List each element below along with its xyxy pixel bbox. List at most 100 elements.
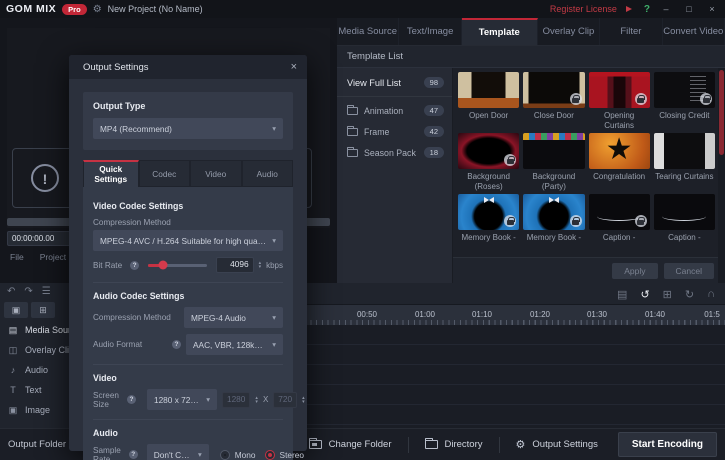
category-animation[interactable]: Animation 47 — [337, 100, 452, 121]
script-texture — [662, 212, 706, 221]
template-item[interactable]: Open Door — [458, 72, 519, 130]
undo-icon[interactable]: ↶ — [7, 286, 15, 297]
template-item[interactable]: Background (Roses) — [458, 133, 519, 191]
snap-icon[interactable]: ∩ — [707, 288, 715, 300]
template-thumbnail — [654, 133, 715, 169]
tab-filter[interactable]: Filter — [600, 18, 662, 45]
template-item[interactable]: ★ Congratulation — [589, 133, 650, 191]
mono-radio[interactable] — [220, 450, 230, 460]
add-media-button[interactable]: ▣ — [4, 302, 28, 318]
media-track-icon: ▤ — [7, 325, 19, 336]
video-compression-select[interactable]: MPEG-4 AVC / H.264 Suitable for high qua… — [93, 230, 283, 251]
directory-button[interactable]: Directory — [408, 437, 499, 453]
tab-quick-settings[interactable]: Quick Settings — [83, 160, 139, 187]
template-thumbnail — [589, 72, 650, 108]
audio-compression-select[interactable]: MPEG-4 Audio ▾ — [184, 307, 283, 328]
file-tab[interactable]: File — [10, 252, 24, 262]
add-frame-icon[interactable]: ⊞ — [663, 288, 672, 301]
tab-template[interactable]: Template — [462, 18, 538, 45]
mono-label: Mono — [235, 450, 256, 460]
template-item[interactable]: Caption - — [589, 194, 650, 252]
quick-settings-content: Video Codec Settings Compression Method … — [83, 187, 293, 460]
help-circle-icon[interactable]: ? — [127, 395, 136, 404]
dialog-close-icon[interactable]: × — [291, 61, 297, 73]
template-item[interactable]: Memory Book - — [458, 194, 519, 252]
lock-icon — [700, 93, 712, 105]
help-circle-icon[interactable]: ? — [129, 450, 138, 459]
maximize-button[interactable]: □ — [682, 4, 696, 14]
add-clip-button[interactable]: ⊞ — [31, 302, 55, 318]
help-icon[interactable]: ? — [644, 4, 650, 15]
output-type-select[interactable]: MP4 (Recommend) ▾ — [93, 118, 283, 139]
tab-media-source[interactable]: Media Source — [337, 18, 399, 45]
template-item[interactable]: Memory Book - — [523, 194, 584, 252]
add-file-icon[interactable]: ▤ — [617, 288, 627, 301]
slider-knob[interactable] — [158, 261, 167, 270]
template-thumbnail — [654, 194, 715, 230]
tab-overlay-clip[interactable]: Overlay Clip — [538, 18, 600, 45]
help-circle-icon[interactable]: ? — [172, 340, 181, 349]
height-stepper: ▴▾ — [302, 396, 305, 404]
bitrate-stepper[interactable]: ▴▾ — [259, 261, 262, 269]
template-grid: Open Door Close Door Opening Curtains Cl… — [453, 68, 725, 283]
category-view-full-list[interactable]: View Full List 98 — [337, 72, 452, 93]
template-item[interactable]: Background (Party) — [523, 133, 584, 191]
start-encoding-button[interactable]: Start Encoding — [618, 432, 717, 457]
screen-size-label: Screen Size — [93, 391, 119, 409]
change-folder-button[interactable]: Change Folder — [293, 437, 408, 453]
template-item[interactable]: Caption - — [654, 194, 715, 252]
lock-icon — [504, 154, 516, 166]
screen-size-select[interactable]: 1280 x 720 (... ▾ — [147, 389, 217, 410]
tab-video[interactable]: Video — [190, 160, 242, 187]
scrollbar-thumb[interactable] — [719, 70, 724, 155]
project-tab[interactable]: Project — [40, 252, 66, 262]
close-button[interactable]: × — [705, 4, 719, 14]
height-field: 720 — [273, 392, 297, 408]
ruler-label: 01:40 — [645, 310, 665, 319]
template-item[interactable]: Opening Curtains — [589, 72, 650, 130]
sample-rate-select[interactable]: Don't Chan... ▾ — [147, 444, 209, 460]
megaphone-icon[interactable] — [626, 6, 635, 12]
library-tabbar: Media Source Text/Image Template Overlay… — [337, 18, 725, 46]
ruler-label: 01:20 — [530, 310, 550, 319]
chevron-down-icon: ▾ — [193, 450, 202, 459]
category-frame[interactable]: Frame 42 — [337, 121, 452, 142]
category-season-pack[interactable]: Season Pack 18 — [337, 142, 452, 163]
template-item[interactable]: Closing Credit — [654, 72, 715, 130]
stereo-radio[interactable] — [265, 450, 275, 460]
folder-icon — [347, 149, 358, 157]
redo-rotate-icon[interactable]: ↻ — [685, 288, 694, 301]
audio-format-select[interactable]: AAC, VBR, 128kbps, Quality 30 ▾ — [186, 334, 283, 355]
tab-convert-video[interactable]: Convert Video — [663, 18, 725, 45]
bitrate-label: Bit Rate — [93, 261, 122, 270]
titlebar: GOM MIX Pro ⚙ New Project (No Name) Regi… — [0, 0, 725, 18]
template-scrollbar[interactable] — [718, 68, 725, 283]
lock-icon — [570, 93, 582, 105]
bitrate-slider[interactable] — [148, 264, 206, 267]
minimize-button[interactable]: – — [659, 4, 673, 14]
tab-text-image[interactable]: Text/Image — [399, 18, 461, 45]
ruler-label: 01:00 — [415, 310, 435, 319]
output-settings-icon: ⚙ — [516, 438, 526, 451]
tab-audio[interactable]: Audio — [242, 160, 294, 187]
output-settings-button[interactable]: ⚙ Output Settings — [499, 437, 614, 453]
cancel-button[interactable]: Cancel — [664, 263, 714, 279]
chevron-down-icon: ▾ — [201, 395, 210, 404]
tab-codec[interactable]: Codec — [139, 160, 191, 187]
help-circle-icon[interactable]: ? — [130, 261, 139, 270]
apply-button[interactable]: Apply — [612, 263, 657, 279]
bitrate-value[interactable]: 4096 — [216, 257, 254, 273]
template-item[interactable]: Tearing Curtains — [654, 133, 715, 191]
app-window: GOM MIX Pro ⚙ New Project (No Name) Regi… — [0, 0, 725, 460]
register-license-link[interactable]: Register License — [550, 4, 617, 14]
template-panel-footer: Apply Cancel — [453, 257, 718, 283]
undo-rotate-icon[interactable]: ↺ — [640, 288, 649, 301]
redo-icon[interactable]: ↷ — [24, 286, 32, 297]
lock-icon — [635, 215, 647, 227]
settings-gear-icon[interactable]: ⚙ — [93, 4, 102, 15]
menu-icon[interactable]: ☰ — [42, 286, 51, 297]
bitrate-unit: kbps — [266, 261, 283, 270]
template-item[interactable]: Close Door — [523, 72, 584, 130]
template-thumbnail — [654, 72, 715, 108]
video-codec-heading: Video Codec Settings — [93, 201, 283, 211]
